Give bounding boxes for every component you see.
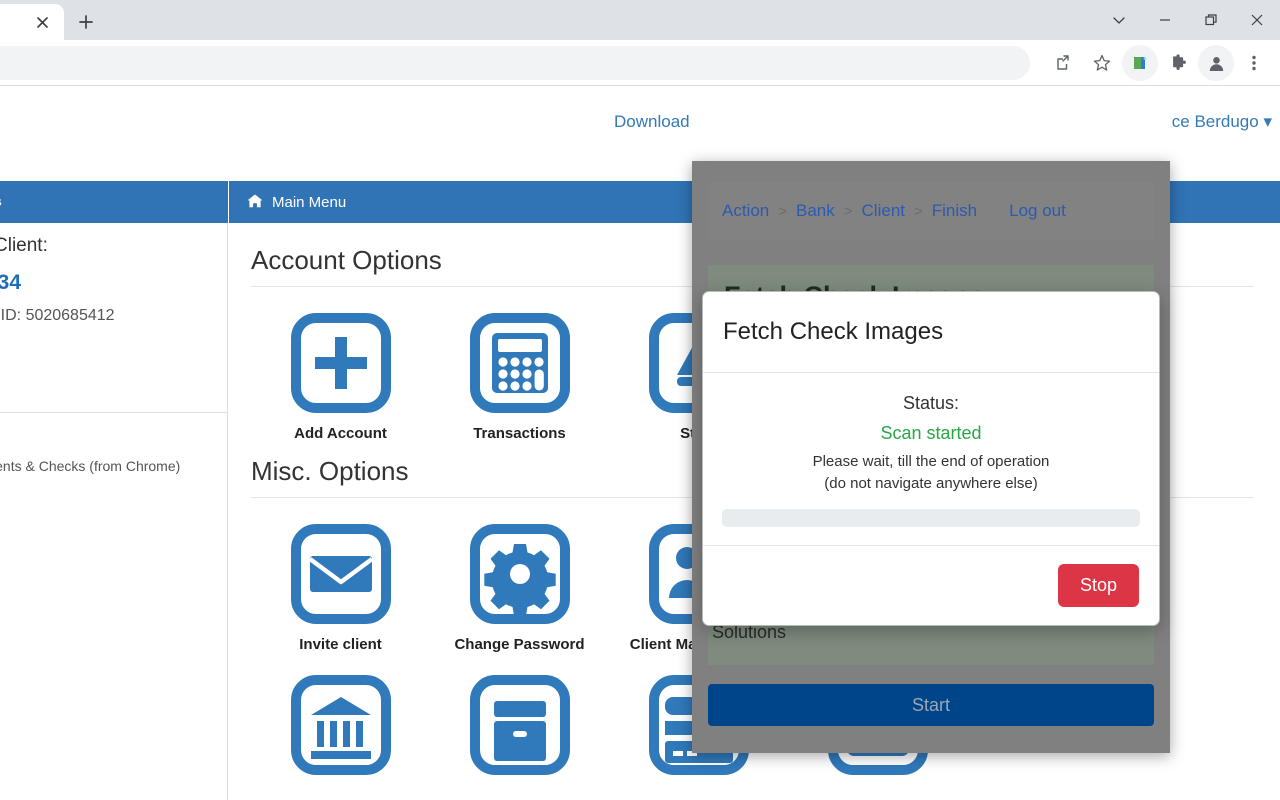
sidebar: Client: 234 er ID: 5020685412 l atements… [0, 223, 228, 800]
fetch-check-images-dialog: Fetch Check Images Status: Scan started … [702, 291, 1160, 626]
tile-label: Invite client [299, 636, 382, 653]
sidebar-header-label: s [0, 193, 2, 209]
popup-breadcrumb-nav: Action > Bank > Client > Finish Log out [708, 182, 1154, 240]
browser-tab-active[interactable] [0, 4, 64, 40]
dialog-footer: Stop [703, 545, 1159, 625]
tile-label: Change Password [454, 636, 585, 653]
tile-bank[interactable] [251, 653, 430, 775]
new-tab-button[interactable] [72, 8, 100, 36]
dialog-header: Fetch Check Images [703, 292, 1159, 373]
breadcrumb-action[interactable]: Action [722, 201, 769, 221]
profile-avatar-icon[interactable] [1198, 45, 1234, 81]
toolbar-icons [1046, 40, 1272, 86]
tile-invite-client[interactable]: Invite client [251, 502, 430, 653]
sidebar-client-block: Client: 234 er ID: 5020685412 [0, 223, 227, 413]
status-value: Scan started [880, 423, 982, 443]
breadcrumb-client[interactable]: Client [862, 201, 905, 221]
dialog-title: Fetch Check Images [723, 318, 944, 345]
extension-active-icon[interactable] [1122, 45, 1158, 81]
sidebar-section-subtitle: atements & Checks (from Chrome) [0, 458, 181, 474]
envelope-icon [290, 524, 391, 624]
tile-transactions[interactable]: Transactions [430, 291, 609, 442]
minimize-icon[interactable] [1142, 0, 1188, 40]
user-menu-label: ce Berdugo [1171, 112, 1259, 131]
tile-change-password[interactable]: Change Password [430, 502, 609, 653]
dialog-body: Status: Scan started Please wait, till t… [703, 373, 1159, 545]
tab-strip [0, 0, 1280, 40]
sidebar-user-id: er ID: 5020685412 [0, 307, 115, 324]
user-menu[interactable]: ce Berdugo ▾ [1172, 112, 1272, 132]
status-note-line-2: (do not navigate anywhere else) [824, 475, 1038, 493]
tile-label: Add Account [294, 425, 387, 442]
bank-icon [290, 675, 391, 775]
share-icon[interactable] [1046, 45, 1082, 81]
progress-bar [722, 508, 1140, 527]
download-link[interactable]: Download [614, 112, 690, 132]
window-controls [1096, 0, 1280, 40]
logout-link[interactable]: Log out [1009, 201, 1066, 221]
breadcrumb-separator: > [778, 202, 788, 220]
more-menu-icon[interactable] [1236, 45, 1272, 81]
plus-square-icon [290, 313, 391, 413]
app-top-nav: Download ce Berdugo ▾ [0, 86, 1280, 161]
page-content: Download ce Berdugo ▾ s Main Menu Client… [0, 86, 1280, 800]
sidebar-client-number[interactable]: 234 [0, 271, 21, 295]
bookmark-star-icon[interactable] [1084, 45, 1120, 81]
close-icon[interactable] [30, 10, 54, 34]
breadcrumb-separator: > [843, 202, 853, 220]
sidebar-header-bar: s [0, 181, 228, 223]
chevron-down-icon: ▾ [1263, 112, 1272, 131]
calculator-icon [469, 313, 570, 413]
address-bar[interactable]: ncappv2.com/account/menu [0, 46, 1030, 80]
home-icon [247, 194, 263, 211]
close-icon[interactable] [1234, 0, 1280, 40]
tile-label: Transactions [473, 425, 566, 442]
archive-box-icon [469, 675, 570, 775]
chevron-down-icon[interactable] [1096, 0, 1142, 40]
main-menu-title: Main Menu [272, 193, 347, 211]
breadcrumb-bank[interactable]: Bank [796, 201, 835, 221]
browser-toolbar: ncappv2.com/account/menu [0, 40, 1280, 86]
breadcrumb-separator: > [914, 202, 923, 220]
gear-icon [469, 524, 570, 624]
tile-add-account[interactable]: Add Account [251, 291, 430, 442]
extensions-puzzle-icon[interactable] [1160, 45, 1196, 81]
restore-icon[interactable] [1188, 0, 1234, 40]
status-note-line-1: Please wait, till the end of operation [812, 453, 1050, 470]
stop-button[interactable]: Stop [1057, 564, 1139, 607]
browser-window: ncappv2.com/account/menu [0, 0, 1280, 800]
start-button[interactable]: Start [708, 684, 1154, 726]
tile-archive[interactable] [430, 653, 609, 775]
breadcrumb-finish[interactable]: Finish [932, 201, 977, 221]
sidebar-client-label: Client: [0, 235, 48, 256]
status-label: Status: [902, 393, 960, 413]
